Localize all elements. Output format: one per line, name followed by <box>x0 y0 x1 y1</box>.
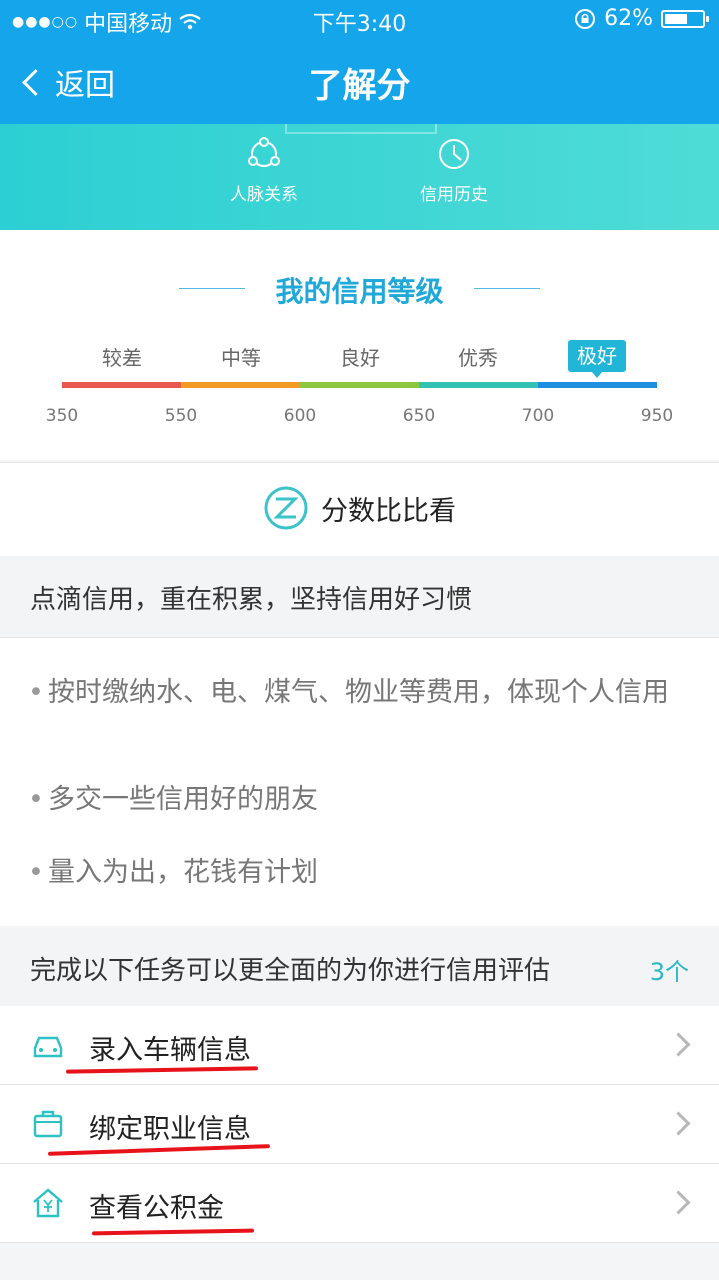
title-line-right <box>474 288 540 289</box>
tasks-count: 3个 <box>649 958 689 986</box>
tick-350: 350 <box>45 406 79 426</box>
level-outstanding-active: 极好 <box>568 340 626 378</box>
band-decoration <box>285 124 437 134</box>
tick-550: 550 <box>164 406 198 426</box>
bullet-icon: • <box>28 677 44 708</box>
tips-heading-bar: 点滴信用，重在积累，坚持信用好习惯 <box>0 556 719 636</box>
nav-bar: 返回 了解分 <box>0 48 719 114</box>
score-compare-label: 分数比比看 <box>321 495 456 527</box>
tip-text: 量入为出，花钱有计划 <box>48 857 318 888</box>
level-excellent: 优秀 <box>458 346 498 370</box>
level-good: 良好 <box>340 346 380 370</box>
tasks-heading: 完成以下任务可以更全面的为你进行信用评估 <box>30 956 551 986</box>
house-yen-icon <box>33 1188 63 1218</box>
credit-level-card: 我的信用等级 较差 中等 良好 优秀 极好 350 550 600 650 70… <box>0 230 719 460</box>
level-bar-outstanding <box>538 382 657 388</box>
tip-item: • 按时缴纳水、电、煤气、物业等费用，体现个人信用 <box>28 676 679 710</box>
score-compare-row[interactable]: 分数比比看 <box>0 462 719 557</box>
status-right: 62% <box>574 6 709 31</box>
task-label-job: 绑定职业信息 <box>89 1114 251 1145</box>
rotation-lock-icon <box>575 8 596 29</box>
tasks-heading-bar: 完成以下任务可以更全面的为你进行信用评估 3个 <box>0 926 719 1006</box>
band-item-network-label: 人脉关系 <box>230 185 298 205</box>
tip-text: 按时缴纳水、电、煤气、物业等费用，体现个人信用 <box>48 677 669 708</box>
bullet-icon: • <box>28 784 44 815</box>
band-item-history-label: 信用历史 <box>420 185 488 205</box>
car-icon <box>33 1036 63 1058</box>
tick-700: 700 <box>521 406 555 426</box>
level-bar-good <box>300 382 419 388</box>
credit-level-title: 我的信用等级 <box>275 275 444 308</box>
tick-650: 650 <box>402 406 436 426</box>
task-label-fund: 查看公积金 <box>89 1193 224 1224</box>
tick-950: 950 <box>640 406 674 426</box>
band-item-network[interactable]: 人脉关系 <box>194 136 334 205</box>
level-bar-fair <box>181 382 300 388</box>
tip-item: • 多交一些信用好的朋友 <box>28 783 679 817</box>
status-bar: ●●●○○ 中国移动 下午3:40 62% <box>0 0 719 40</box>
level-bar-excellent <box>419 382 538 388</box>
tip-text: 多交一些信用好的朋友 <box>48 784 318 815</box>
task-row-vehicle[interactable]: 录入车辆信息 <box>0 1006 719 1085</box>
page-title: 了解分 <box>308 66 411 106</box>
tips-list: • 按时缴纳水、电、煤气、物业等费用，体现个人信用 • 多交一些信用好的朋友 •… <box>0 637 719 927</box>
level-poor: 较差 <box>102 346 142 370</box>
z-circle-icon <box>264 486 308 530</box>
chevron-right-icon <box>666 1111 691 1136</box>
chevron-right-icon <box>666 1190 691 1215</box>
level-bar-poor <box>62 382 181 388</box>
tip-item: • 量入为出，花钱有计划 <box>28 856 679 890</box>
people-network-icon <box>248 137 280 167</box>
task-label-vehicle: 录入车辆信息 <box>89 1035 251 1066</box>
score-compare-content: 分数比比看 <box>0 485 719 531</box>
clock-history-icon <box>439 139 469 169</box>
tips-heading: 点滴信用，重在积累，坚持信用好习惯 <box>30 585 473 615</box>
chevron-right-icon <box>666 1032 691 1057</box>
tick-600: 600 <box>283 406 317 426</box>
battery-percent: 62% <box>604 6 653 31</box>
level-fair: 中等 <box>221 346 261 370</box>
bullet-icon: • <box>28 857 44 888</box>
battery-icon <box>661 9 709 28</box>
briefcase-icon <box>33 1110 63 1138</box>
band-item-history[interactable]: 信用历史 <box>384 136 524 205</box>
header-band: 人脉关系 信用历史 <box>0 124 719 230</box>
top-bar: ●●●○○ 中国移动 下午3:40 62% 返回 了解分 <box>0 0 719 124</box>
